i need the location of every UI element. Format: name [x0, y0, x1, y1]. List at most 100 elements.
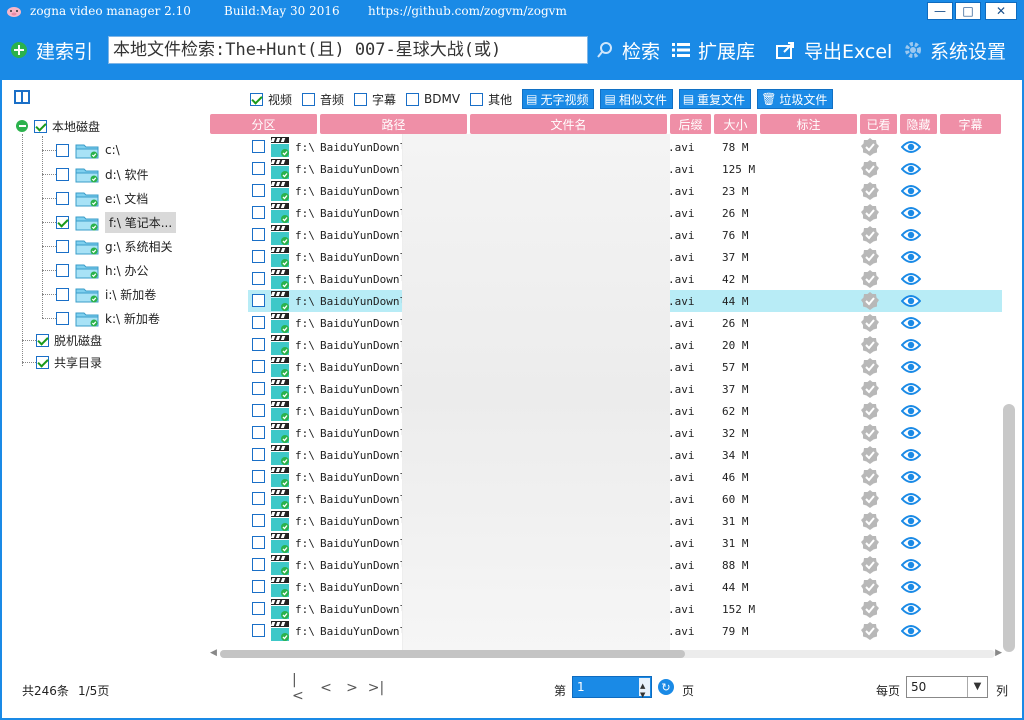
- row-checkbox[interactable]: [252, 360, 265, 373]
- collapse-icon[interactable]: [16, 120, 28, 132]
- filter-video[interactable]: 视频: [250, 91, 292, 108]
- maximize-button[interactable]: □: [955, 2, 981, 20]
- row-checkbox[interactable]: [252, 404, 265, 417]
- scroll-left-icon[interactable]: ◀: [210, 648, 217, 658]
- horizontal-scroll-thumb[interactable]: [220, 650, 685, 658]
- tree-node-shared-dir[interactable]: 共享目录: [36, 352, 102, 372]
- row-checkbox[interactable]: [252, 426, 265, 439]
- row-checkbox[interactable]: [252, 316, 265, 329]
- tree-node-drive[interactable]: g:\ 系统相关: [56, 236, 173, 256]
- row-checkbox[interactable]: [252, 536, 265, 549]
- next-page-icon[interactable]: >: [344, 680, 360, 696]
- page-spinner[interactable]: ▲ ▼: [639, 678, 650, 699]
- drive-checkbox[interactable]: [56, 215, 69, 229]
- row-checkbox[interactable]: [252, 140, 265, 153]
- filter-bdmv[interactable]: BDMV: [406, 92, 460, 106]
- junk-files-button[interactable]: 🗑 垃圾文件: [757, 89, 834, 109]
- eye-icon[interactable]: [901, 202, 921, 224]
- col-seen[interactable]: 已看: [860, 114, 898, 134]
- seen-badge-icon[interactable]: [860, 488, 880, 510]
- tree-node-drive[interactable]: d:\ 软件: [56, 164, 149, 184]
- row-checkbox[interactable]: [252, 382, 265, 395]
- drive-checkbox[interactable]: [56, 239, 69, 253]
- col-path[interactable]: 路径: [320, 114, 468, 134]
- drive-checkbox[interactable]: [56, 167, 69, 181]
- row-checkbox[interactable]: [252, 558, 265, 571]
- seen-badge-icon[interactable]: [860, 202, 880, 224]
- drive-checkbox[interactable]: [56, 287, 69, 301]
- close-button[interactable]: ✕: [985, 2, 1017, 20]
- col-filename[interactable]: 文件名: [470, 114, 668, 134]
- drive-checkbox[interactable]: [56, 191, 69, 205]
- eye-icon[interactable]: [901, 576, 921, 598]
- row-checkbox[interactable]: [252, 294, 265, 307]
- col-partition[interactable]: 分区: [210, 114, 318, 134]
- eye-icon[interactable]: [901, 290, 921, 312]
- chevron-down-icon[interactable]: ▼: [967, 677, 987, 697]
- search-button[interactable]: 检索: [596, 36, 660, 64]
- row-checkbox[interactable]: [252, 492, 265, 505]
- row-checkbox[interactable]: [252, 228, 265, 241]
- eye-icon[interactable]: [901, 356, 921, 378]
- seen-badge-icon[interactable]: [860, 224, 880, 246]
- seen-badge-icon[interactable]: [860, 378, 880, 400]
- tree-node-drive[interactable]: h:\ 办公: [56, 260, 149, 280]
- seen-badge-icon[interactable]: [860, 554, 880, 576]
- prev-page-icon[interactable]: <: [318, 680, 334, 696]
- row-checkbox[interactable]: [252, 624, 265, 637]
- seen-badge-icon[interactable]: [860, 466, 880, 488]
- seen-badge-icon[interactable]: [860, 620, 880, 642]
- export-excel-button[interactable]: 导出Excel: [776, 36, 892, 64]
- eye-icon[interactable]: [901, 444, 921, 466]
- eye-icon[interactable]: [901, 334, 921, 356]
- drive-checkbox[interactable]: [56, 263, 69, 277]
- col-hidden[interactable]: 隐藏: [900, 114, 938, 134]
- eye-icon[interactable]: [901, 224, 921, 246]
- similar-files-button[interactable]: ▤ 相似文件: [600, 89, 673, 109]
- checkbox-shared-dir[interactable]: [36, 355, 49, 369]
- filter-subtitle[interactable]: 字幕: [354, 91, 396, 108]
- row-checkbox[interactable]: [252, 514, 265, 527]
- col-note[interactable]: 标注: [760, 114, 858, 134]
- row-checkbox[interactable]: [252, 580, 265, 593]
- seen-badge-icon[interactable]: [860, 532, 880, 554]
- checkbox-offline-disk[interactable]: [36, 333, 49, 347]
- vertical-scroll-thumb[interactable]: [1003, 404, 1015, 652]
- eye-icon[interactable]: [901, 422, 921, 444]
- seen-badge-icon[interactable]: [860, 356, 880, 378]
- seen-badge-icon[interactable]: [860, 180, 880, 202]
- eye-icon[interactable]: [901, 532, 921, 554]
- seen-badge-icon[interactable]: [860, 422, 880, 444]
- seen-badge-icon[interactable]: [860, 246, 880, 268]
- first-page-icon[interactable]: |<: [292, 672, 308, 704]
- seen-badge-icon[interactable]: [860, 312, 880, 334]
- eye-icon[interactable]: [901, 466, 921, 488]
- eye-icon[interactable]: [901, 554, 921, 576]
- row-checkbox[interactable]: [252, 272, 265, 285]
- page-number-input[interactable]: 1 ▲ ▼: [572, 676, 652, 699]
- tree-node-drive[interactable]: i:\ 新加卷: [56, 284, 156, 304]
- eye-icon[interactable]: [901, 158, 921, 180]
- panel-toggle-icon[interactable]: [14, 90, 30, 104]
- settings-button[interactable]: 系统设置: [904, 36, 1006, 64]
- row-checkbox[interactable]: [252, 448, 265, 461]
- scroll-right-icon[interactable]: ▶: [995, 648, 1002, 658]
- horizontal-scrollbar[interactable]: ◀ ▶: [210, 647, 1002, 661]
- filter-other[interactable]: 其他: [470, 91, 512, 108]
- seen-badge-icon[interactable]: [860, 268, 880, 290]
- row-checkbox[interactable]: [252, 602, 265, 615]
- seen-badge-icon[interactable]: [860, 598, 880, 620]
- seen-badge-icon[interactable]: [860, 136, 880, 158]
- tree-node-drive[interactable]: k:\ 新加卷: [56, 308, 160, 328]
- seen-badge-icon[interactable]: [860, 290, 880, 312]
- build-index-button[interactable]: 建索引: [10, 36, 93, 64]
- search-input[interactable]: 本地文件检索:The+Hunt(且) 007-星球大战(或): [108, 36, 588, 64]
- seen-badge-icon[interactable]: [860, 444, 880, 466]
- eye-icon[interactable]: [901, 620, 921, 642]
- row-checkbox[interactable]: [252, 250, 265, 263]
- last-page-icon[interactable]: >|: [368, 680, 384, 696]
- eye-icon[interactable]: [901, 312, 921, 334]
- seen-badge-icon[interactable]: [860, 334, 880, 356]
- row-checkbox[interactable]: [252, 184, 265, 197]
- tree-node-drive[interactable]: c:\: [56, 140, 120, 160]
